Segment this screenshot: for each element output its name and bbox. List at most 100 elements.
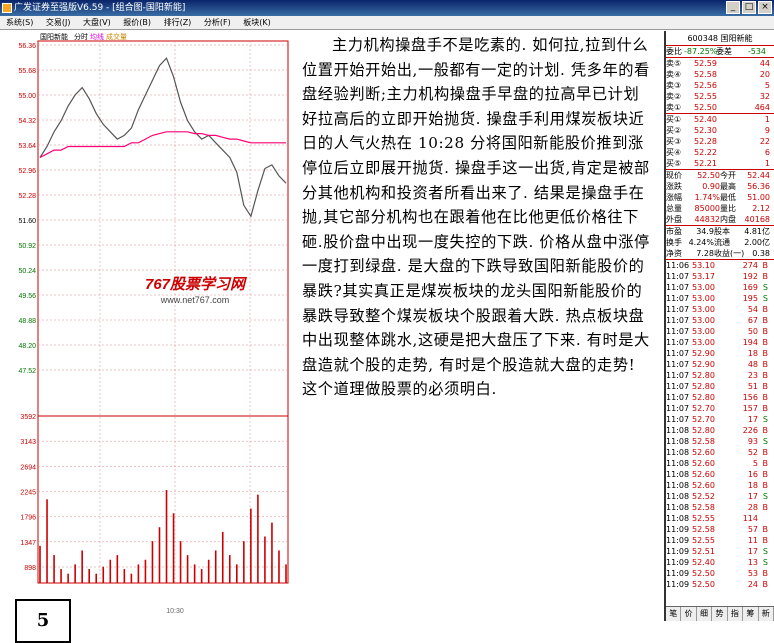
- stat-row: 市盈 34.9 股本 4.81亿: [666, 226, 774, 237]
- stat-label: 涨幅: [666, 193, 682, 202]
- price-tick-label: 48.88: [18, 318, 36, 325]
- quote-tab[interactable]: 筹: [743, 607, 759, 621]
- tick-side: B: [762, 360, 769, 369]
- tick-price: 53.17: [692, 272, 715, 281]
- buy-price: 52.40: [694, 115, 717, 124]
- buy-order-row: 买⑤ 52.21 1: [666, 158, 774, 169]
- tick-price: 53.00: [692, 283, 715, 292]
- menu-market[interactable]: 大盘(V): [83, 16, 111, 29]
- menu-system[interactable]: 系统(S): [6, 16, 33, 29]
- tick-side: S: [762, 558, 768, 567]
- tick-price: 52.80: [692, 393, 715, 402]
- tick-time: 11:08: [666, 481, 690, 490]
- menu-bar: 系统(S) 交易(J) 大盘(V) 报价(B) 排行(Z) 分析(F) 板块(K…: [0, 16, 774, 30]
- stat-label: 最高: [720, 182, 736, 191]
- sell-level-label: 卖⑤: [666, 59, 682, 68]
- stock-header: 600348 国阳新能: [666, 31, 774, 46]
- minimize-button[interactable]: _: [726, 1, 740, 14]
- tick-side: B: [762, 371, 769, 380]
- watermark-url: www.net767.com: [160, 295, 230, 305]
- stat-label: 量比: [720, 204, 736, 213]
- tick-row: 11:08 52.80 226 B: [666, 425, 774, 436]
- article-panel: 主力机构操盘手不是吃素的. 如何拉,拉到什么位置开始开始出,一般都有一定的计划.…: [290, 31, 660, 621]
- tick-row: 11:07 53.00 67 B: [666, 315, 774, 326]
- tick-volume: 156: [742, 393, 758, 402]
- price-tick-label: 49.56: [18, 293, 36, 300]
- quote-tab[interactable]: 笔: [666, 607, 682, 621]
- stat-row: 净资 7.28 收益(一) 0.38: [666, 248, 774, 259]
- stat-label: 涨跌: [666, 182, 682, 191]
- tick-price: 52.60: [692, 481, 715, 490]
- tick-volume: 18: [747, 349, 758, 358]
- tick-side: B: [762, 580, 769, 589]
- stat-row: 涨跌 0.90 最高 56.36: [666, 181, 774, 192]
- tick-time: 11:07: [666, 294, 690, 303]
- sell-level-label: 卖④: [666, 70, 682, 79]
- quote-tab[interactable]: 指: [727, 607, 744, 621]
- tick-side: B: [762, 305, 769, 314]
- sell-volume: 44: [759, 59, 770, 68]
- intraday-chart-panel[interactable]: 国阳新能 分时 均线 成交量 56.36 55.68 55.00 54.32 53.64 52.9…: [0, 31, 290, 643]
- price-tick-label: 50.92: [18, 243, 36, 250]
- stat-label: 最低: [720, 193, 736, 202]
- tick-row: 11:08 52.60 52 B: [666, 447, 774, 458]
- sell-volume: 20: [759, 70, 770, 79]
- quote-tab[interactable]: 价: [681, 607, 697, 621]
- weibi-value: -87.25%: [684, 47, 718, 56]
- tick-time: 11:08: [666, 448, 690, 457]
- price-tick-label: 52.28: [18, 193, 36, 200]
- percent-column: [650, 31, 664, 621]
- price-tick-label: 56.36: [18, 43, 36, 50]
- buy-order-row: 买① 52.40 1: [666, 114, 774, 125]
- stock-stats: 现价 52.50 今开 52.44 涨跌 0.90 最高 56.36 涨幅 1.74% 最低 51.0…: [666, 169, 774, 225]
- volume-tick-label: 3592: [20, 414, 36, 421]
- quote-tab[interactable]: 新: [758, 607, 774, 621]
- intraday-chart[interactable]: 国阳新能 分时 均线 成交量 56.36 55.68 55.00 54.32 53.64 52.9…: [0, 31, 290, 621]
- sell-volume: 5: [764, 81, 770, 90]
- tick-price: 52.90: [692, 349, 715, 358]
- stat-label: 现价: [666, 171, 682, 180]
- price-tick-label: 51.60: [18, 218, 36, 225]
- tick-side: B: [762, 426, 769, 435]
- tick-price: 52.80: [692, 382, 715, 391]
- tick-time: 11:07: [666, 360, 690, 369]
- buy-volume: 6: [764, 148, 770, 157]
- stat-value: 52.50: [697, 171, 720, 180]
- sell-volume: 464: [754, 103, 770, 112]
- tick-price: 52.70: [692, 415, 715, 424]
- app-icon: [2, 3, 12, 13]
- menu-sector[interactable]: 板块(K): [243, 16, 271, 29]
- stat-value: 4.24%: [688, 238, 714, 247]
- menu-quote[interactable]: 报价(B): [123, 16, 151, 29]
- sell-level-label: 卖③: [666, 81, 682, 90]
- volume-tick-label: 3143: [20, 439, 36, 446]
- tick-side: S: [762, 492, 768, 501]
- menu-analysis[interactable]: 分析(F): [204, 16, 231, 29]
- buy-level-label: 买⑤: [666, 159, 682, 168]
- quote-tab[interactable]: 细: [696, 607, 713, 621]
- title-bar: 广发证券至强版V6.59 - [组合图-国阳新能] _ □ ×: [0, 0, 774, 16]
- tick-row: 11:07 52.80 156 B: [666, 392, 774, 403]
- quote-tab[interactable]: 势: [712, 607, 728, 621]
- sell-price: 52.55: [694, 92, 717, 101]
- stat-value: 34.9: [696, 227, 714, 236]
- price-tick-label: 48.20: [18, 343, 36, 350]
- close-button[interactable]: ×: [758, 1, 772, 14]
- menu-trade[interactable]: 交易(J): [46, 16, 71, 29]
- menu-rank[interactable]: 排行(Z): [164, 16, 192, 29]
- stat-label: 市盈: [666, 227, 682, 236]
- watermark-title: 767股票学习网: [145, 275, 248, 293]
- tick-time: 11:08: [666, 492, 690, 501]
- tick-row: 11:09 52.50 24 B: [666, 579, 774, 590]
- sell-order-row: 卖④ 52.58 20: [666, 69, 774, 80]
- tick-side: B: [762, 327, 769, 336]
- tick-price: 52.51: [692, 547, 715, 556]
- tick-price: 53.00: [692, 316, 715, 325]
- maximize-button[interactable]: □: [742, 1, 756, 14]
- stat-label: 流通: [714, 238, 730, 247]
- stat-label: 总量: [666, 204, 682, 213]
- buy-price: 52.22: [694, 148, 717, 157]
- volume-tick-label: 898: [24, 565, 36, 572]
- tick-row: 11:06 53.10 274 B: [666, 260, 774, 271]
- stat-value: 0.38: [752, 249, 770, 258]
